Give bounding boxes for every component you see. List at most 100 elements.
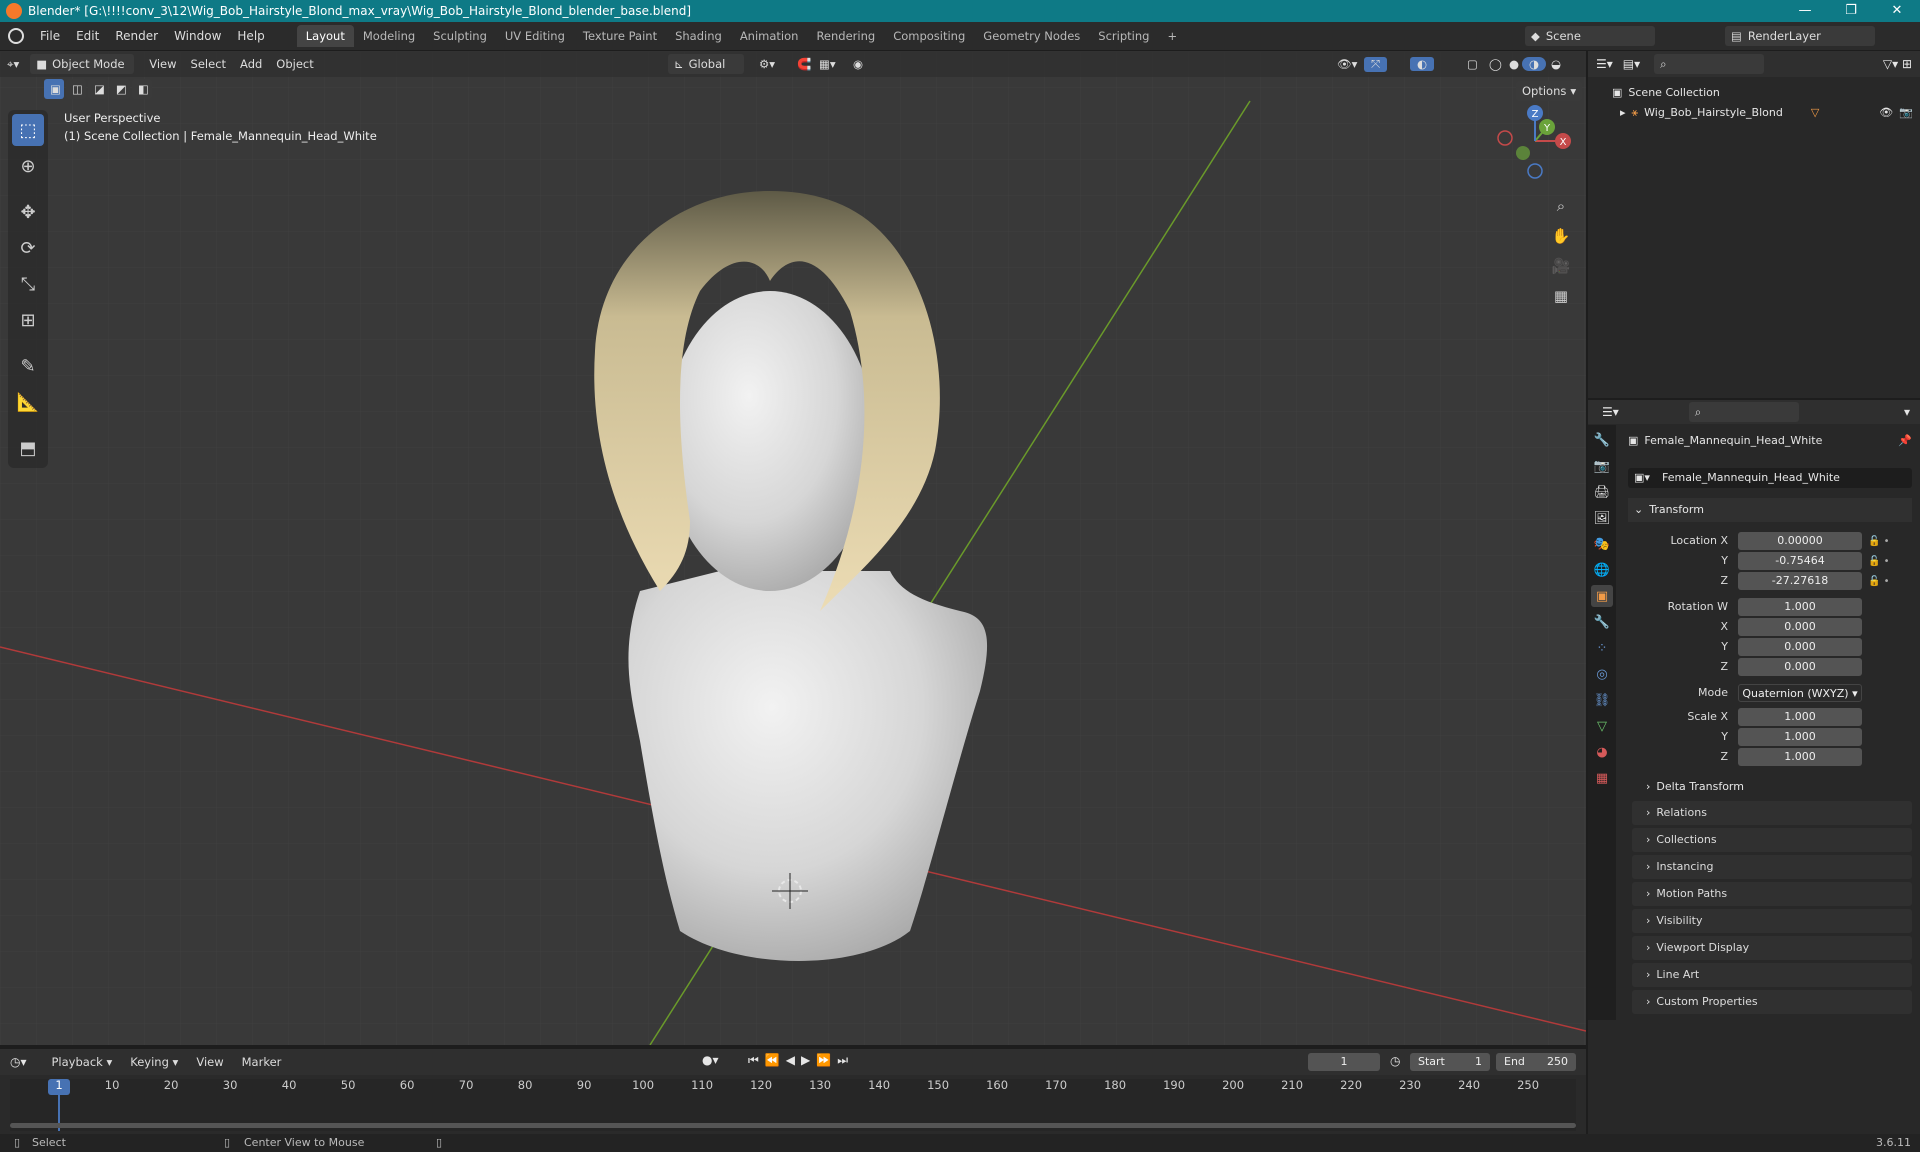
blender-menu-icon[interactable] xyxy=(8,28,24,44)
menu-playback[interactable]: Playback ▾ xyxy=(45,1055,120,1069)
tab-layout[interactable]: Layout xyxy=(296,25,354,47)
data-tab-icon[interactable]: ▽ xyxy=(1591,715,1613,737)
menu-object[interactable]: Object xyxy=(269,57,320,71)
modifier-tab-icon[interactable]: 🔧 xyxy=(1591,611,1613,633)
menu-window[interactable]: Window xyxy=(166,29,229,43)
tab-modeling[interactable]: Modeling xyxy=(354,25,424,47)
select-subtract-icon[interactable]: ◪ xyxy=(88,79,108,99)
scale-x-field[interactable]: 1.000 xyxy=(1738,708,1862,726)
menu-view[interactable]: View xyxy=(142,57,183,71)
menu-keying[interactable]: Keying ▾ xyxy=(123,1055,185,1069)
proportional-edit-icon[interactable]: ◉ xyxy=(846,57,870,71)
camera-icon[interactable]: 📷 xyxy=(1899,103,1913,123)
visibility-panel[interactable]: › Visibility xyxy=(1632,909,1912,933)
select-new-icon[interactable]: ▣ xyxy=(44,79,64,99)
lock-icon[interactable]: 🔓 • xyxy=(1868,572,1908,592)
viewport-display-panel[interactable]: › Viewport Display xyxy=(1632,936,1912,960)
render-layer-selector[interactable]: ▤ RenderLayer xyxy=(1725,26,1875,46)
select-intersect-icon[interactable]: ◧ xyxy=(132,79,152,99)
relations-panel[interactable]: › Relations xyxy=(1632,801,1912,825)
pan-hand-icon[interactable]: ✋ xyxy=(1548,223,1574,249)
editor-type-icon[interactable]: ⌖▾ xyxy=(0,57,26,72)
custom-properties-panel[interactable]: › Custom Properties xyxy=(1632,990,1912,1014)
motion-paths-panel[interactable]: › Motion Paths xyxy=(1632,882,1912,906)
tab-sculpting[interactable]: Sculpting xyxy=(424,25,496,47)
collections-panel[interactable]: › Collections xyxy=(1632,828,1912,852)
close-button[interactable]: ✕ xyxy=(1874,0,1920,22)
location-z-field[interactable]: -27.27618 xyxy=(1738,572,1862,590)
jump-end-icon[interactable]: ⏭ xyxy=(837,1053,854,1067)
rotation-z-field[interactable]: 0.000 xyxy=(1738,658,1862,676)
line-art-panel[interactable]: › Line Art xyxy=(1632,963,1912,987)
timeline-editor-icon[interactable]: ◷▾ xyxy=(10,1055,27,1069)
rotation-mode-dropdown[interactable]: Quaternion (WXYZ) ▾ xyxy=(1738,684,1862,702)
tab-shading[interactable]: Shading xyxy=(666,25,731,47)
instancing-panel[interactable]: › Instancing xyxy=(1632,855,1912,879)
add-cube-icon[interactable]: ⬒ xyxy=(12,432,44,464)
render-tab-icon[interactable]: 📷 xyxy=(1591,455,1613,477)
output-tab-icon[interactable]: 🖨 xyxy=(1591,481,1613,503)
play-reverse-icon[interactable]: ◀ xyxy=(786,1053,801,1067)
zoom-icon[interactable]: ⌕ xyxy=(1548,193,1574,219)
outliner-item-row[interactable]: ▸ ⚹ Wig_Bob_Hairstyle_Blond ▽ 👁 📷 xyxy=(1612,103,1920,123)
scale-icon[interactable]: ⤡ xyxy=(12,268,44,300)
overlay-toggle-icon[interactable]: ◐ xyxy=(1410,57,1435,71)
jump-start-icon[interactable]: ⏮ xyxy=(748,1053,765,1067)
orientation-selector[interactable]: ⊾ Global xyxy=(668,54,744,74)
tab-compositing[interactable]: Compositing xyxy=(884,25,974,47)
menu-timeline-view[interactable]: View xyxy=(189,1055,230,1069)
rotate-icon[interactable]: ⟳ xyxy=(12,232,44,264)
lock-icon[interactable]: 🔓 • xyxy=(1868,532,1908,552)
scale-y-field[interactable]: 1.000 xyxy=(1738,728,1862,746)
scene-selector[interactable]: ◆ Scene xyxy=(1525,26,1655,46)
outliner-editor-icon[interactable]: ☰▾ xyxy=(1596,57,1613,71)
eye-icon[interactable]: 👁 xyxy=(1879,103,1893,123)
rotation-x-field[interactable]: 0.000 xyxy=(1738,618,1862,636)
object-tab-icon[interactable]: ▣ xyxy=(1591,585,1613,607)
world-tab-icon[interactable]: 🌐 xyxy=(1591,559,1613,581)
location-x-field[interactable]: 0.00000 xyxy=(1738,532,1862,550)
pivot-icon[interactable]: ⚙▾ xyxy=(752,57,782,71)
properties-editor-icon[interactable]: ☰▾ xyxy=(1602,405,1619,419)
select-difference-icon[interactable]: ◩ xyxy=(110,79,130,99)
material-tab-icon[interactable]: ◕ xyxy=(1591,741,1613,763)
annotate-icon[interactable]: ✎ xyxy=(12,350,44,382)
rotation-y-field[interactable]: 0.000 xyxy=(1738,638,1862,656)
outliner-search[interactable]: ⌕ xyxy=(1654,54,1765,74)
menu-select[interactable]: Select xyxy=(184,57,233,71)
transform-icon[interactable]: ⊞ xyxy=(12,304,44,336)
cursor-tool-icon[interactable]: ⊕ xyxy=(12,150,44,182)
chevron-down-icon[interactable]: ▾ xyxy=(1904,405,1910,419)
tool-tab-icon[interactable]: 🔧 xyxy=(1591,429,1613,451)
prev-keyframe-icon[interactable]: ⏪ xyxy=(765,1053,786,1067)
select-extend-icon[interactable]: ◫ xyxy=(66,79,86,99)
scene-tab-icon[interactable]: 🎭 xyxy=(1591,533,1613,555)
minimize-button[interactable]: — xyxy=(1782,0,1828,22)
menu-help[interactable]: Help xyxy=(229,29,272,43)
scene-collection-row[interactable]: ▣ Scene Collection xyxy=(1612,83,1920,103)
transform-panel-header[interactable]: ⌄ Transform xyxy=(1628,498,1912,522)
gizmo-toggle-icon[interactable]: ⤧ xyxy=(1364,56,1388,72)
display-mode-icon[interactable]: ▤▾ xyxy=(1623,57,1640,71)
constraints-tab-icon[interactable]: ⛓ xyxy=(1591,689,1613,711)
play-icon[interactable]: ▶ xyxy=(801,1053,816,1067)
snap-target-icon[interactable]: ▦▾ xyxy=(812,57,843,71)
material-shading-icon[interactable]: ◑ xyxy=(1522,57,1547,71)
select-box-icon[interactable]: ⬚ xyxy=(12,114,44,146)
menu-add[interactable]: Add xyxy=(233,57,269,71)
rotation-w-field[interactable]: 1.000 xyxy=(1738,598,1862,616)
next-keyframe-icon[interactable]: ⏩ xyxy=(816,1053,837,1067)
pin-icon[interactable]: 📌 xyxy=(1898,434,1912,447)
camera-view-icon[interactable]: 🎥 xyxy=(1548,253,1574,279)
physics-tab-icon[interactable]: ◎ xyxy=(1591,663,1613,685)
ortho-grid-icon[interactable]: ▦ xyxy=(1548,283,1574,309)
tab-rendering[interactable]: Rendering xyxy=(807,25,884,47)
end-frame-field[interactable]: End 250 xyxy=(1496,1053,1576,1071)
menu-edit[interactable]: Edit xyxy=(68,29,107,43)
particles-tab-icon[interactable]: ⁘ xyxy=(1591,637,1613,659)
rendered-shading-icon[interactable]: ◒ xyxy=(1544,57,1568,71)
3d-viewport[interactable]: X Y Z ⌖▾ ■ Object Mode View Select Add Ob… xyxy=(0,51,1586,1045)
texture-tab-icon[interactable]: ▦ xyxy=(1591,767,1613,789)
menu-marker[interactable]: Marker xyxy=(235,1055,289,1069)
view-layer-tab-icon[interactable]: 🖼 xyxy=(1591,507,1613,529)
